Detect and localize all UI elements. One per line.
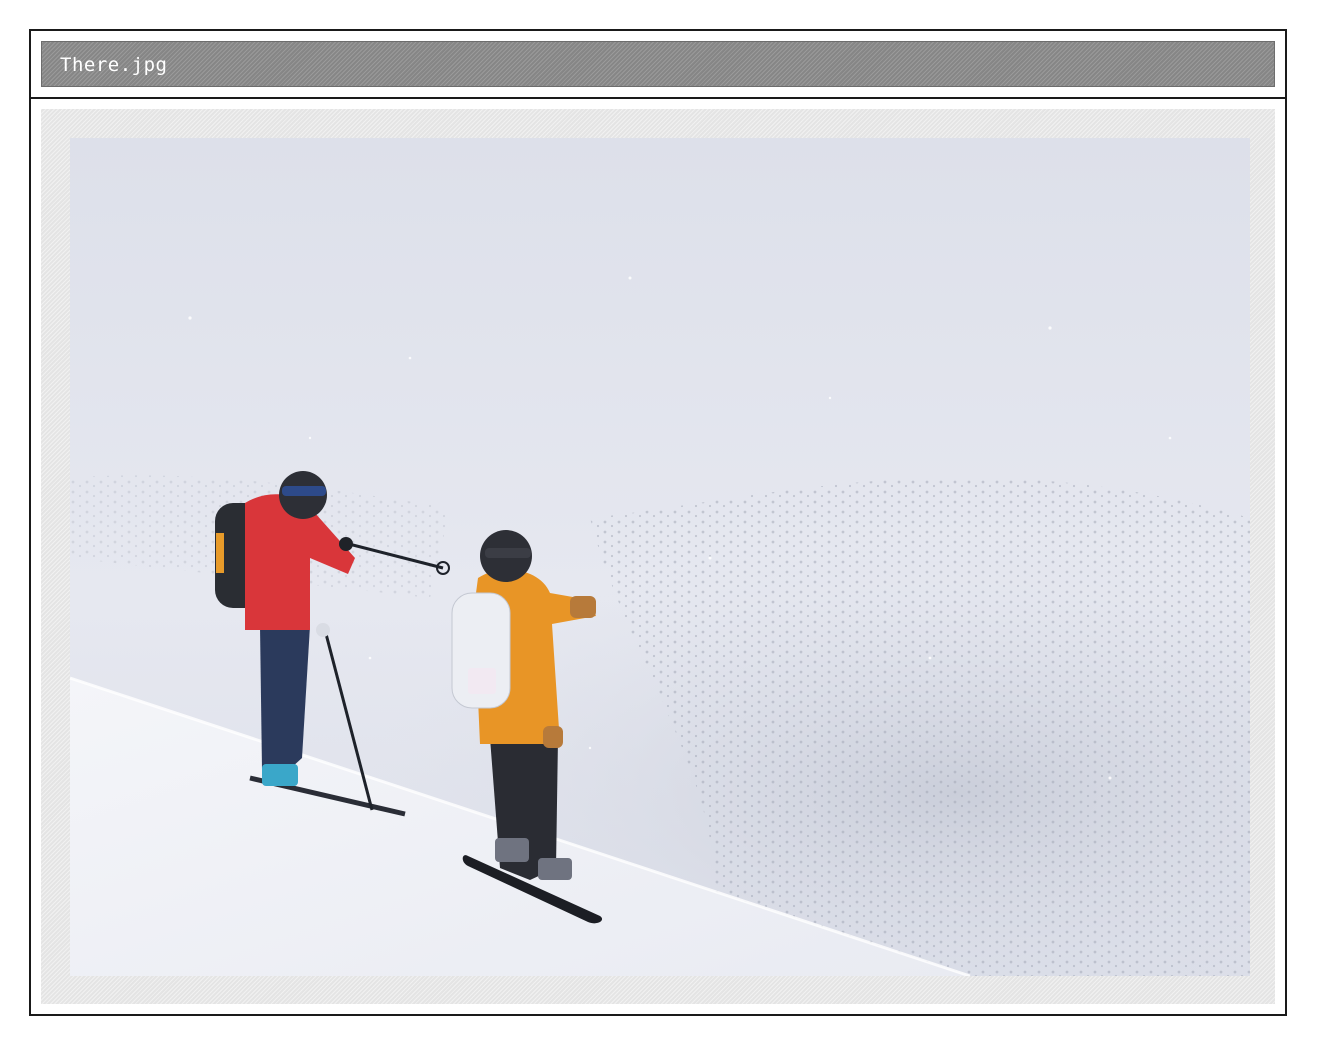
title-bar-fill: There.jpg: [41, 41, 1275, 87]
image-viewer-window: There.jpg: [29, 29, 1287, 1016]
title-bar[interactable]: There.jpg: [31, 31, 1285, 99]
viewer-content: [31, 99, 1285, 1014]
photo-mat: [41, 109, 1275, 1004]
window-title: There.jpg: [60, 54, 168, 76]
photo: [70, 138, 1250, 976]
